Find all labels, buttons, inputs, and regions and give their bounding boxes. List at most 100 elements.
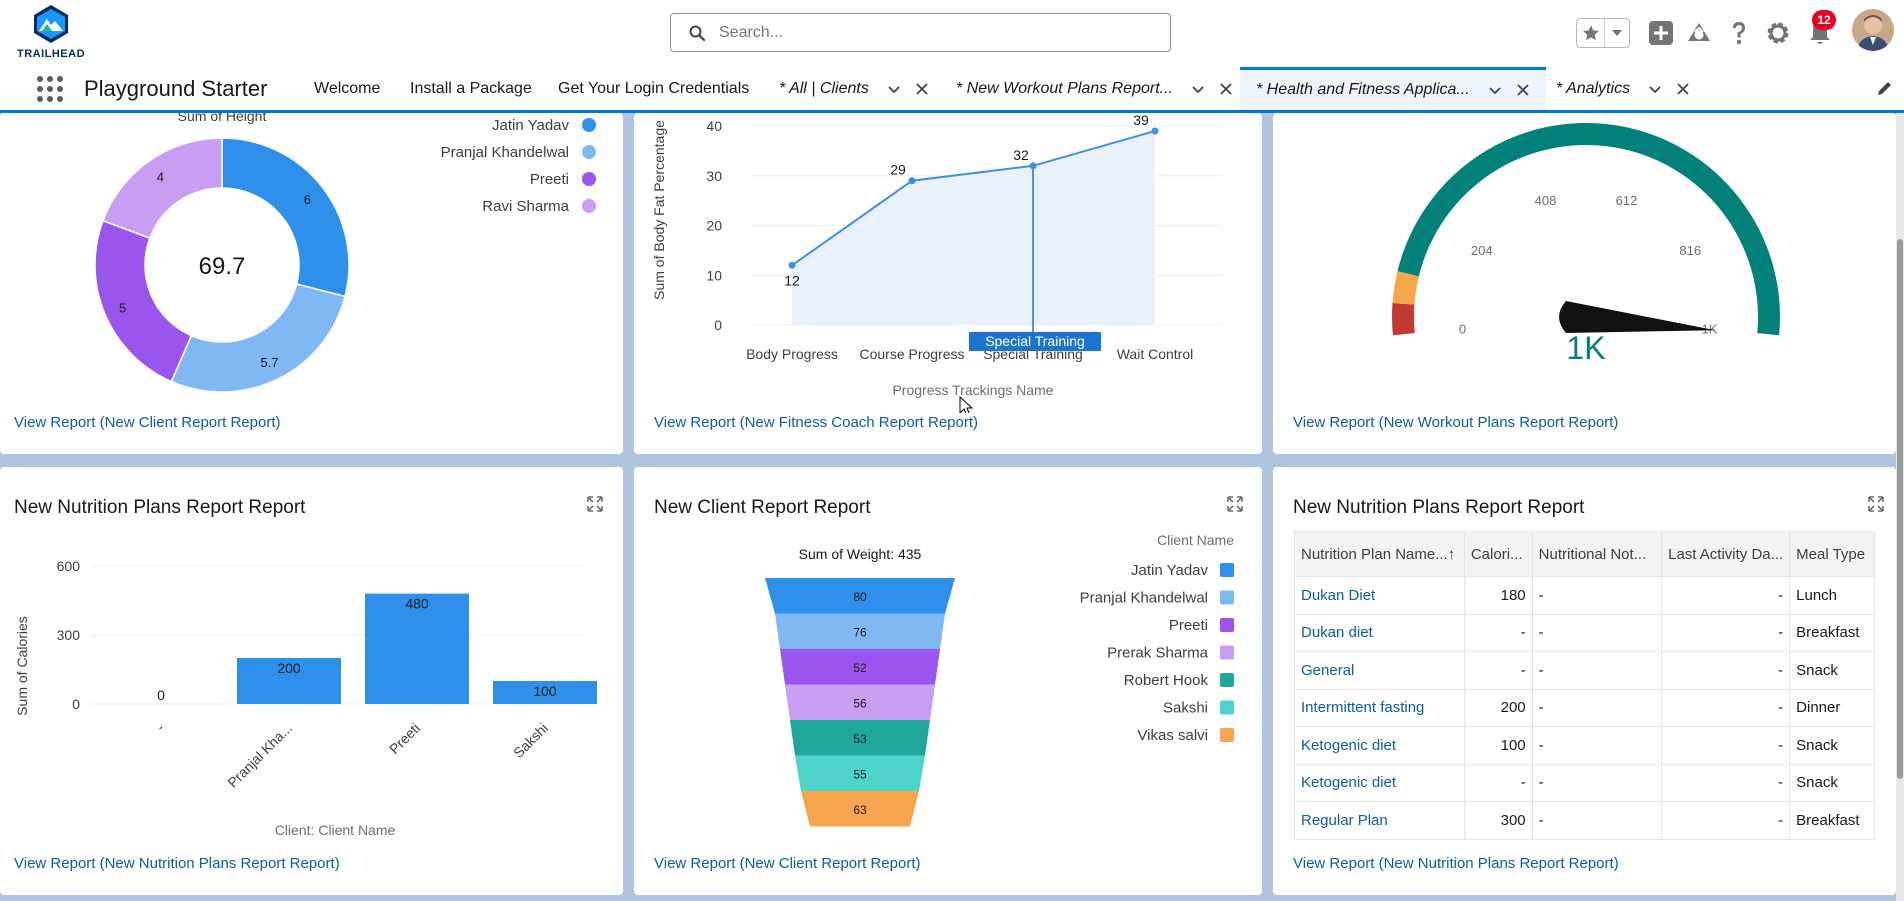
slice-label: 5.7 (260, 355, 278, 370)
plan-name-link[interactable]: Ketogenic diet (1294, 726, 1465, 765)
table-cell: Snack (1789, 763, 1875, 802)
legend-label: Preeti (1169, 617, 1208, 634)
plan-name-link[interactable]: Ketogenic diet (1294, 763, 1465, 802)
data-point (1151, 127, 1159, 135)
star-icon[interactable] (1577, 19, 1605, 47)
favorites-dropdown-icon[interactable] (1605, 19, 1629, 47)
slice-label: 53 (853, 732, 867, 746)
sort-ascending-icon[interactable]: ...↑ (1435, 546, 1455, 563)
data-label: 32 (1013, 147, 1029, 163)
column-header[interactable]: Last Activity Da... (1661, 531, 1791, 577)
table-cell: - (1531, 576, 1663, 615)
view-report-link[interactable]: View Report (New Workout Plans Report Re… (1293, 414, 1618, 431)
slice-label: 63 (853, 803, 867, 817)
table-cell: - (1531, 801, 1663, 840)
legend-label: Preeti (530, 171, 569, 188)
close-icon[interactable] (1219, 82, 1233, 96)
x-tick-label: - (153, 720, 168, 735)
table-cell: - (1661, 726, 1791, 765)
trailhead-logo[interactable]: TRAILHEAD (14, 4, 88, 60)
slice-label: 80 (853, 590, 867, 604)
search-icon (689, 25, 705, 41)
close-icon[interactable] (1516, 83, 1530, 97)
column-header[interactable]: Calori... (1463, 531, 1533, 577)
table-cell: Dinner (1789, 688, 1875, 727)
funnel-title: Sum of Weight: 435 (799, 546, 922, 562)
table-cell: 200 (1463, 688, 1533, 727)
gauge-tick-label: 0 (1459, 322, 1466, 337)
slice-label: 52 (853, 661, 867, 675)
gauge-tick-label: 408 (1535, 193, 1557, 208)
y-tick-label: 600 (57, 558, 81, 574)
app-launcher-icon[interactable] (36, 75, 64, 103)
view-report-link[interactable]: View Report (New Nutrition Plans Report … (14, 855, 340, 872)
column-header[interactable]: Nutrition Plan Name...↑ (1294, 531, 1465, 577)
table-row: General - - - Snack (1294, 651, 1875, 690)
expand-icon[interactable] (1867, 495, 1885, 513)
favorites-button[interactable] (1576, 18, 1630, 48)
table-cell: - (1531, 688, 1663, 727)
funnel-chart: Sum of Weight: 435 80 76 52 56 53 55 63 Client… (765, 532, 1234, 827)
view-report-link[interactable]: View Report (New Fitness Coach Report Re… (654, 414, 978, 431)
tab-health-fitness-application[interactable]: * Health and Fitness Applica... (1240, 67, 1546, 110)
legend-swatch (1220, 563, 1234, 577)
tab-analytics[interactable]: * Analytics (1556, 67, 1690, 110)
legend-swatch (582, 118, 596, 132)
close-icon[interactable] (915, 82, 929, 96)
help-icon[interactable] (1725, 19, 1753, 47)
tab-new-workout-plans-report[interactable]: * New Workout Plans Report... (956, 67, 1233, 110)
table-row: Regular Plan 300- - Breakfast (1294, 801, 1875, 840)
slice-label: 56 (853, 696, 867, 710)
chevron-down-icon[interactable] (1648, 82, 1662, 96)
legend-label: Sakshi (1163, 700, 1208, 717)
global-actions-icon[interactable] (1647, 19, 1675, 47)
table-cell: - (1463, 613, 1533, 652)
dashboard-card-donut: Sum of Height 6 5.7 5 4 69.7 Jatin Yadav Pra… (0, 113, 623, 454)
chevron-down-icon[interactable] (1488, 83, 1502, 97)
plan-name-link[interactable]: Regular Plan (1294, 801, 1465, 840)
column-header[interactable]: Meal Type (1789, 531, 1875, 577)
dashboard-card-line: 0 10 20 30 40 12 29 32 39 Body Progress Course P… (634, 113, 1262, 454)
donut-slice (94, 219, 193, 383)
table-cell: - (1463, 651, 1533, 690)
gauge-tick-label: 816 (1679, 243, 1701, 258)
table-row: Dukan Diet 180- - Lunch (1294, 576, 1875, 615)
view-report-link[interactable]: View Report (New Client Report Report) (654, 855, 921, 872)
tab-login-credentials[interactable]: Get Your Login Credentials (558, 67, 749, 110)
user-avatar[interactable] (1852, 9, 1894, 51)
mouse-cursor-icon (959, 395, 974, 413)
trailhead-guidance-icon[interactable] (1685, 19, 1713, 47)
legend-label: Robert Hook (1124, 672, 1209, 689)
table-cell: - (1531, 763, 1663, 802)
legend-swatch (582, 199, 596, 213)
search-input[interactable] (719, 22, 1139, 44)
chevron-down-icon[interactable] (1191, 82, 1205, 96)
gauge-tick-label: 612 (1616, 193, 1638, 208)
tab-install-package[interactable]: Install a Package (410, 67, 532, 110)
tab-all-clients[interactable]: * All | Clients (779, 67, 929, 110)
plan-name-link[interactable]: Intermittent fasting (1294, 688, 1465, 727)
chevron-down-icon[interactable] (887, 82, 901, 96)
data-point (908, 177, 916, 185)
plan-name-link[interactable]: Dukan diet (1294, 613, 1465, 652)
view-report-link[interactable]: View Report (New Client Report Report) (14, 414, 281, 431)
setup-gear-icon[interactable] (1764, 19, 1792, 47)
global-search[interactable] (670, 13, 1171, 52)
gauge-band (1392, 302, 1415, 336)
column-header[interactable]: Nutritional Not... (1531, 531, 1663, 577)
dashboard-card-bar: New Nutrition Plans Report Report 0 300 60… (0, 467, 623, 895)
donut-center-value: 69.7 (199, 253, 246, 280)
donut-slice (102, 137, 223, 240)
close-icon[interactable] (1676, 82, 1690, 96)
page-scrollbar[interactable] (1896, 113, 1904, 901)
tab-welcome[interactable]: Welcome (314, 67, 380, 110)
y-axis-title: Sum of Calories (14, 616, 30, 716)
edit-nav-pencil-icon[interactable] (1876, 81, 1894, 97)
x-axis-title: Progress Trackings Name (892, 382, 1053, 398)
table-cell: 180 (1463, 576, 1533, 615)
dashboard-card-gauge: 02044086128161K 1K View Report (New Work… (1273, 113, 1896, 454)
scrollbar-thumb[interactable] (1897, 239, 1903, 779)
view-report-link[interactable]: View Report (New Nutrition Plans Report … (1293, 855, 1619, 872)
plan-name-link[interactable]: General (1294, 651, 1465, 690)
plan-name-link[interactable]: Dukan Diet (1294, 576, 1465, 615)
